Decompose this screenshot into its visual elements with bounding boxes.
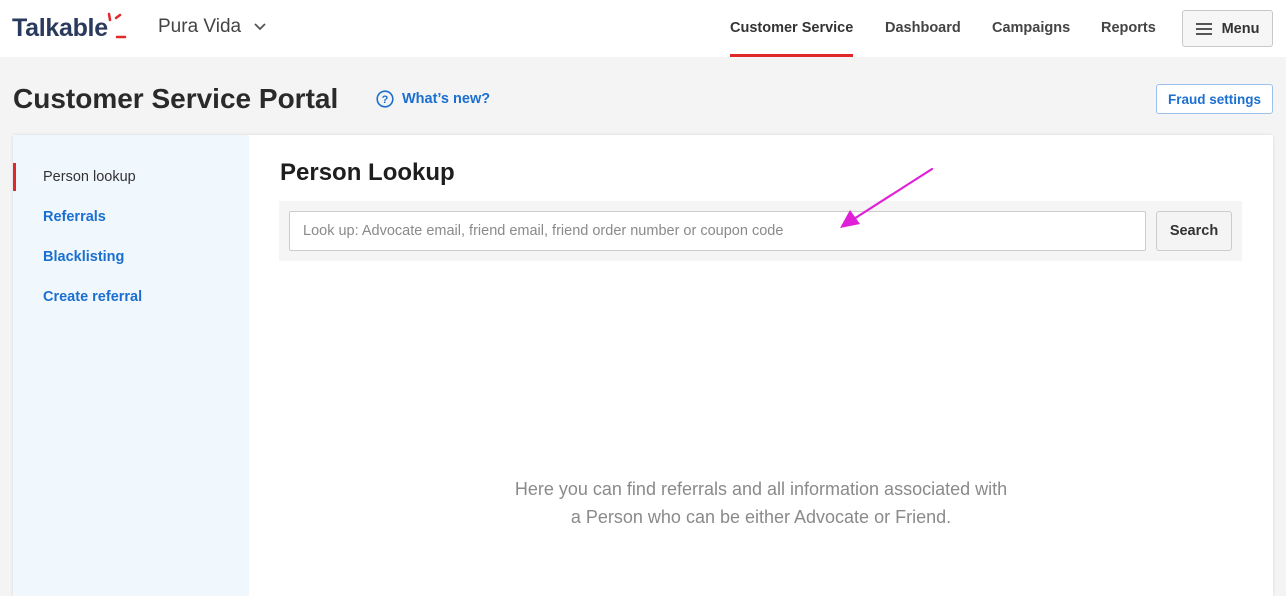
nav-customer-service[interactable]: Customer Service [730, 0, 854, 57]
menu-label: Menu [1221, 20, 1260, 37]
fraud-settings-button[interactable]: Fraud settings [1156, 84, 1273, 114]
empty-state-line-1: Here you can find referrals and all info… [514, 479, 1008, 499]
talkable-logo[interactable]: Talkable [12, 14, 108, 43]
brand-name: Pura Vida [158, 16, 242, 37]
sidebar-item-create-referral[interactable]: Create referral [13, 283, 249, 311]
logo-spark-icon [107, 12, 127, 39]
page-title: Customer Service Portal [13, 83, 339, 114]
sidebar-item-referrals[interactable]: Referrals [13, 203, 249, 231]
nav-reports[interactable]: Reports [1101, 0, 1156, 57]
main-content: Person Lookup Search Here you can find r… [249, 135, 1273, 596]
search-button[interactable]: Search [1156, 211, 1232, 251]
chevron-down-icon [254, 23, 266, 31]
sidebar: Person lookup Referrals Blacklisting Cre… [13, 135, 249, 596]
empty-state-message: Here you can find referrals and all info… [249, 475, 1273, 531]
section-title: Person Lookup [280, 159, 455, 186]
sidebar-item-blacklisting[interactable]: Blacklisting [13, 243, 249, 271]
nav-dashboard[interactable]: Dashboard [885, 0, 961, 57]
menu-button[interactable]: Menu [1182, 10, 1273, 47]
help-circle-icon: ? [376, 90, 394, 108]
whats-new-label: What’s new? [402, 91, 491, 107]
lookup-search-input[interactable] [289, 211, 1146, 251]
top-bar: Talkable Pura Vida Customer Service Dash… [0, 0, 1286, 57]
nav-campaigns[interactable]: Campaigns [992, 0, 1070, 57]
portal-card: Person lookup Referrals Blacklisting Cre… [13, 135, 1273, 596]
svg-text:?: ? [382, 94, 389, 106]
logo-text: Talkable [12, 14, 108, 42]
brand-selector[interactable]: Pura Vida [158, 16, 267, 38]
whats-new-link[interactable]: ? What’s new? [376, 90, 490, 108]
hamburger-icon [1195, 22, 1212, 35]
empty-state-line-2: a Person who can be either Advocate or F… [570, 507, 952, 527]
sidebar-item-person-lookup[interactable]: Person lookup [13, 163, 249, 191]
search-bar: Search [279, 201, 1242, 261]
